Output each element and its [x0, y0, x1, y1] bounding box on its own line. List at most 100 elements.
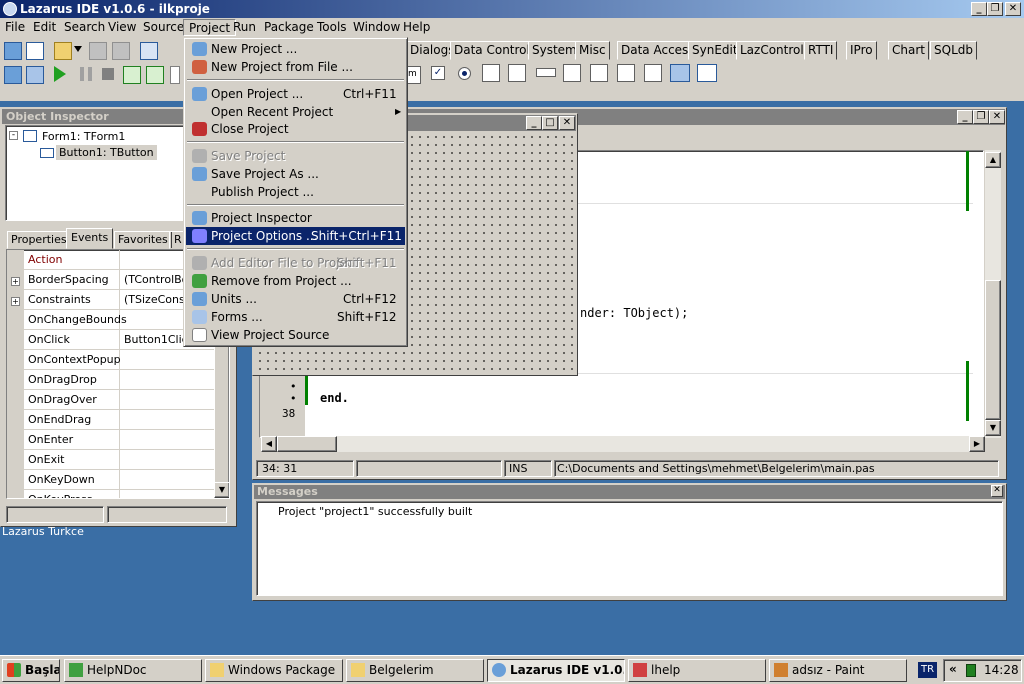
grid-row[interactable]: OnEnter: [24, 430, 215, 450]
new-form-icon[interactable]: [26, 42, 44, 60]
combobox-component-icon[interactable]: [508, 64, 526, 82]
tree-collapse-icon[interactable]: -: [9, 131, 18, 140]
editor-scroll-thumb[interactable]: [985, 280, 1001, 420]
tab-synedit[interactable]: SynEdit: [688, 41, 742, 60]
menu-item-units[interactable]: Units ... Ctrl+F12: [186, 290, 405, 308]
editor-minimize-button[interactable]: _: [957, 110, 973, 124]
menu-item-project-options[interactable]: Project Options ... Shift+Ctrl+F11: [186, 227, 405, 245]
tab-lazcontrols[interactable]: LazControls: [736, 41, 814, 60]
pause-icon[interactable]: [80, 67, 92, 81]
scroll-down-icon[interactable]: ▼: [985, 420, 1001, 436]
tree-item-button1[interactable]: Button1: TButton: [56, 145, 157, 160]
task-lhelp[interactable]: lhelp: [628, 659, 766, 682]
checkbox-component-icon[interactable]: ✓: [431, 66, 445, 80]
editor-restore-button[interactable]: ❐: [973, 110, 989, 124]
save-icon[interactable]: [89, 42, 107, 60]
restore-button[interactable]: ❐: [987, 2, 1003, 16]
tab-rtti[interactable]: RTTI: [804, 41, 838, 60]
menu-run[interactable]: Run: [228, 19, 261, 36]
task-belgelerim[interactable]: Belgelerim: [346, 659, 484, 682]
menu-help[interactable]: Help: [398, 19, 435, 36]
message-item[interactable]: Project "project1" successfully built: [278, 505, 472, 518]
menu-item-save-project-as[interactable]: Save Project As ...: [186, 165, 405, 183]
grid-row[interactable]: OnContextPopup: [24, 350, 215, 370]
tab-events[interactable]: Events: [66, 228, 114, 249]
form-close-button[interactable]: ✕: [559, 116, 575, 130]
expand-icon[interactable]: +: [11, 277, 20, 286]
run-icon[interactable]: [54, 66, 66, 82]
radiobutton-component-icon[interactable]: [458, 67, 471, 80]
tab-data-controls[interactable]: Data Controls: [450, 41, 541, 60]
view-units-icon[interactable]: [4, 66, 22, 84]
language-indicator[interactable]: TR: [918, 662, 937, 678]
tab-data-access[interactable]: Data Access: [617, 41, 699, 60]
menu-window[interactable]: Window: [348, 19, 405, 36]
form-maximize-button[interactable]: □: [542, 116, 558, 130]
tab-chart[interactable]: Chart: [888, 41, 929, 60]
task-windows-package[interactable]: Windows Package: [205, 659, 343, 682]
hscroll-thumb[interactable]: [277, 436, 337, 452]
menu-item-new-project-from-file[interactable]: New Project from File ...: [186, 58, 405, 76]
expand-icon[interactable]: +: [11, 297, 20, 306]
task-helpndoc[interactable]: HelpNDoc: [64, 659, 202, 682]
close-button[interactable]: ✕: [1005, 2, 1021, 16]
frame-component-icon[interactable]: [670, 64, 690, 82]
groupbox-component-icon[interactable]: [563, 64, 581, 82]
editor-close-button[interactable]: ✕: [989, 110, 1005, 124]
tab-sqldb[interactable]: SQLdb: [930, 41, 977, 60]
tab-system[interactable]: System: [528, 41, 581, 60]
menu-item-new-project[interactable]: New Project ...: [186, 40, 405, 58]
menu-item-project-inspector[interactable]: Project Inspector: [186, 209, 405, 227]
task-paint[interactable]: adsız - Paint: [769, 659, 907, 682]
menu-item-close-project[interactable]: Close Project: [186, 120, 405, 138]
grid-row[interactable]: OnKeyPress: [24, 490, 215, 498]
grid-row[interactable]: OnDragDrop: [24, 370, 215, 390]
minimize-button[interactable]: _: [971, 2, 987, 16]
scroll-up-icon[interactable]: ▲: [985, 152, 1001, 168]
tray-app-icon[interactable]: [966, 664, 976, 677]
messages-close-button[interactable]: ✕: [991, 485, 1003, 497]
grid-row[interactable]: OnDragOver: [24, 390, 215, 410]
menu-source[interactable]: Source: [138, 19, 189, 36]
actionlist-component-icon[interactable]: [697, 64, 717, 82]
menu-item-publish-project[interactable]: Publish Project ...: [186, 183, 405, 201]
start-button[interactable]: Başlat: [2, 659, 60, 682]
menu-item-view-project-source[interactable]: View Project Source: [186, 326, 405, 344]
chevron-down-icon[interactable]: [74, 46, 82, 52]
form-minimize-button[interactable]: _: [526, 116, 542, 130]
menu-edit[interactable]: Edit: [28, 19, 61, 36]
stop-icon[interactable]: [102, 68, 114, 80]
listbox-component-icon[interactable]: [482, 64, 500, 82]
menu-item-add-editor-file[interactable]: Add Editor File to Project Shift+F11: [186, 254, 405, 272]
menu-item-forms[interactable]: Forms ... Shift+F12: [186, 308, 405, 326]
step-into-icon[interactable]: [123, 66, 141, 84]
scroll-down-icon[interactable]: ▼: [214, 482, 229, 498]
menu-tools[interactable]: Tools: [312, 19, 352, 36]
editor-hscrollbar[interactable]: ◀ ▶: [261, 436, 985, 452]
scroll-left-icon[interactable]: ◀: [261, 436, 277, 452]
menu-file[interactable]: File: [0, 19, 30, 36]
scroll-right-icon[interactable]: ▶: [969, 436, 985, 452]
tab-properties[interactable]: Properties: [7, 231, 71, 249]
step-out-icon[interactable]: [170, 66, 180, 84]
step-over-icon[interactable]: [146, 66, 164, 84]
tree-item-form1[interactable]: Form1: TForm1: [42, 130, 125, 143]
menu-item-open-recent-project[interactable]: Open Recent Project ▶: [186, 103, 405, 121]
editor-vscrollbar[interactable]: ▲ ▼: [985, 150, 1001, 438]
tray-expand-icon[interactable]: «: [949, 662, 957, 676]
task-lazarus[interactable]: Lazarus IDE v1.0....: [487, 659, 625, 682]
menu-view[interactable]: View: [103, 19, 141, 36]
grid-row[interactable]: OnExit: [24, 450, 215, 470]
panel-component-icon[interactable]: [644, 64, 662, 82]
grid-row[interactable]: OnKeyDown: [24, 470, 215, 490]
view-forms-icon[interactable]: [26, 66, 44, 84]
scrollbar-component-icon[interactable]: [536, 68, 556, 77]
toggle-form-unit-icon[interactable]: [140, 42, 158, 60]
menu-item-open-project[interactable]: Open Project ... Ctrl+F11: [186, 85, 405, 103]
tab-favorites[interactable]: Favorites: [114, 231, 172, 249]
tab-ipro[interactable]: IPro: [846, 41, 877, 60]
new-unit-icon[interactable]: [4, 42, 22, 60]
save-all-icon[interactable]: [112, 42, 130, 60]
open-icon[interactable]: [54, 42, 72, 60]
checkgroup-component-icon[interactable]: [617, 64, 635, 82]
